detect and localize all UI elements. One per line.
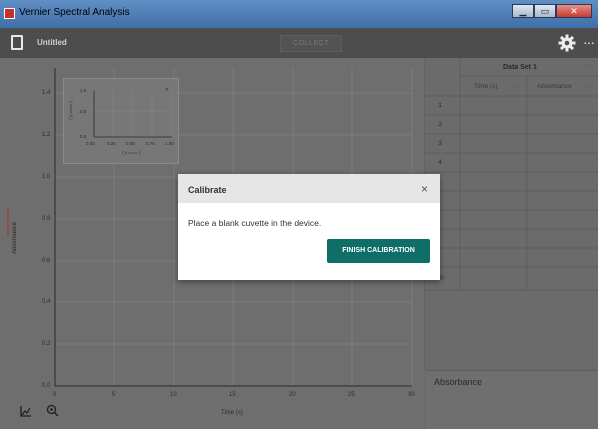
data-table-grid	[424, 58, 598, 370]
mini-x-tick: 0.75	[146, 141, 155, 146]
y-tick-label: 1.4	[42, 90, 51, 96]
mini-graph-overview[interactable]: ✕ 1.0 0.5 0.0 ( y ═══ ) 0.00 0.25 0.50 0…	[63, 78, 179, 164]
x-tick-label: 25	[348, 392, 355, 398]
mini-x-label: ( x ═══ )	[122, 150, 141, 155]
graph-options-icon[interactable]	[20, 405, 32, 417]
y-tick-label: 0.6	[42, 258, 51, 264]
maximize-button[interactable]: ▭	[534, 4, 556, 18]
data-set-title[interactable]: Data Set 1	[503, 64, 537, 71]
y-tick-label: 0.0	[42, 383, 51, 389]
mini-graph-close-icon[interactable]: ✕	[165, 87, 169, 93]
zoom-icon[interactable]	[46, 404, 59, 417]
data-set-menu-icon[interactable]: ···	[584, 62, 591, 69]
window-titlebar: Vernier Spectral Analysis ▁ ▭ ✕	[0, 0, 598, 28]
analysis-label: Absorbance	[434, 377, 483, 387]
settings-gear-icon[interactable]	[557, 33, 577, 53]
data-table-panel	[424, 58, 598, 370]
column-header-time[interactable]: Time (s)	[474, 83, 498, 90]
row-number: 1	[438, 102, 442, 109]
close-icon[interactable]: ×	[421, 182, 428, 196]
column-menu-icon[interactable]: ···	[513, 83, 520, 90]
row-number: 2	[438, 121, 442, 128]
column-header-absorbance[interactable]: Absorbance	[537, 83, 572, 90]
x-axis-label[interactable]: Time (s)	[221, 410, 243, 416]
row-number: 3	[438, 140, 442, 147]
x-tick-label: 5	[112, 392, 116, 398]
document-icon[interactable]	[11, 35, 23, 50]
mini-x-tick: 0.50	[126, 141, 135, 146]
window-title: Vernier Spectral Analysis	[19, 7, 130, 18]
dialog-message: Place a blank cuvette in the device.	[188, 218, 322, 228]
y-axis-label[interactable]: Absorbance	[12, 222, 18, 254]
minimize-button[interactable]: ▁	[512, 4, 534, 18]
more-menu-icon[interactable]: ···	[583, 34, 595, 50]
document-title[interactable]: Untitled	[37, 38, 67, 47]
mini-y-tick: 0.5	[80, 109, 87, 114]
window-controls: ▁ ▭ ✕	[512, 4, 592, 18]
mini-x-tick: 1.00	[165, 141, 174, 146]
x-tick-label: 10	[170, 392, 177, 398]
close-window-button[interactable]: ✕	[556, 4, 592, 18]
row-number: 4	[438, 159, 442, 166]
column-menu-icon[interactable]: ···	[584, 83, 591, 90]
mini-y-tick: 0.0	[80, 134, 87, 139]
y-tick-label: 1.0	[42, 174, 51, 180]
mini-x-tick: 0.25	[107, 141, 116, 146]
finish-calibration-button[interactable]: FINISH CALIBRATION	[327, 239, 430, 263]
collect-button[interactable]: COLLECT	[280, 35, 342, 52]
x-tick-label: 20	[289, 392, 296, 398]
mini-y-label: ( y ═══ )	[68, 101, 73, 120]
mini-y-tick: 1.0	[80, 88, 87, 93]
app-toolbar: Untitled COLLECT ···	[0, 28, 598, 58]
dialog-title: Calibrate	[188, 185, 227, 195]
y-tick-label: 0.4	[42, 299, 51, 305]
x-tick-label: 30	[408, 392, 415, 398]
x-tick-label: 15	[229, 392, 236, 398]
x-tick-label: 0	[53, 392, 57, 398]
app-icon	[4, 8, 15, 19]
y-tick-label: 0.8	[42, 216, 51, 222]
y-tick-label: 1.2	[42, 132, 51, 138]
calibrate-dialog: Calibrate × Place a blank cuvette in the…	[178, 174, 440, 280]
y-tick-label: 0.2	[42, 341, 51, 347]
mini-x-tick: 0.00	[86, 141, 95, 146]
